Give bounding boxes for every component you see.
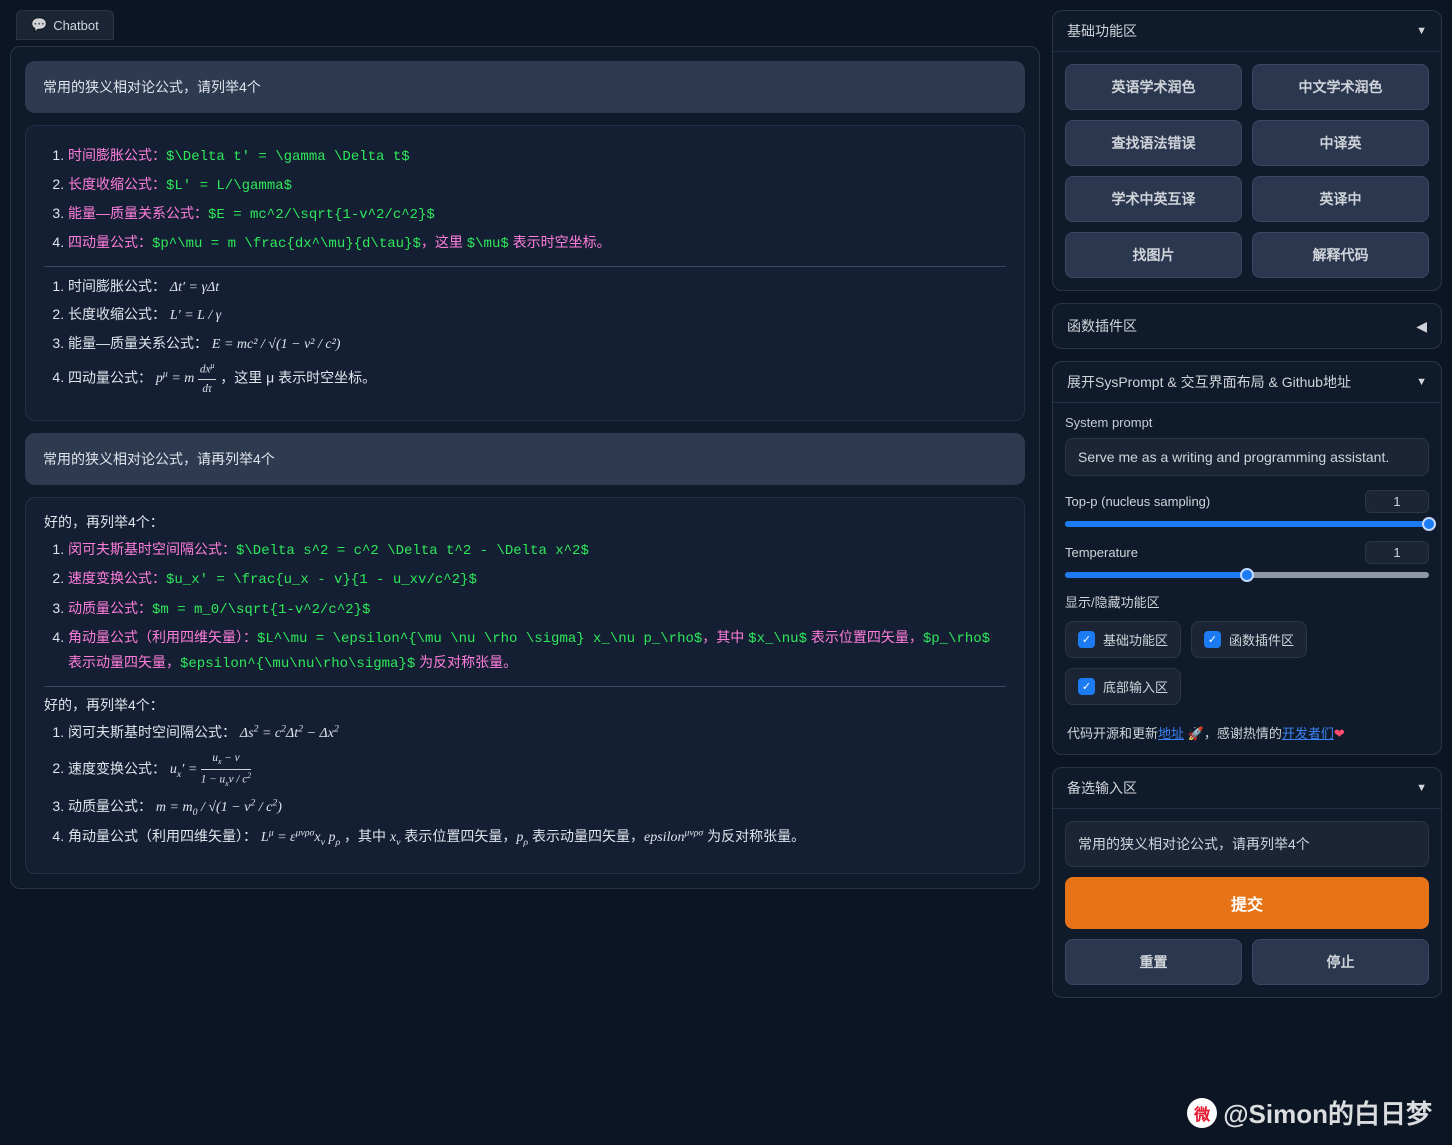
function-button[interactable]: 中文学术润色	[1252, 64, 1429, 110]
submit-button[interactable]: 提交	[1065, 877, 1429, 929]
alt-input-field[interactable]: 常用的狭义相对论公式，请再列举4个	[1065, 821, 1429, 867]
message-text: 常用的狭义相对论公式，请列举4个	[43, 79, 261, 95]
topp-slider[interactable]	[1065, 521, 1429, 527]
visibility-checkbox[interactable]: ✓ 函数插件区	[1191, 621, 1307, 658]
visibility-checkbox[interactable]: ✓ 基础功能区	[1065, 621, 1181, 658]
checkbox-label: 底部输入区	[1103, 677, 1168, 696]
rendered-formula-list: 闵可夫斯基时空间隔公式： Δs2 = c2Δt2 − Δx2 速度变换公式： u…	[44, 721, 1006, 851]
check-icon: ✓	[1078, 678, 1095, 695]
chat-message-user: 常用的狭义相对论公式，请再列举4个	[25, 433, 1025, 485]
function-button[interactable]: 中译英	[1252, 120, 1429, 166]
chat-icon: 💬	[31, 17, 47, 33]
chevron-down-icon: ▼	[1416, 782, 1427, 794]
panel-title: 函数插件区	[1067, 316, 1137, 336]
panel-header-alt-input[interactable]: 备选输入区 ▼	[1053, 768, 1441, 809]
visibility-checkbox[interactable]: ✓ 底部输入区	[1065, 668, 1181, 705]
panel-title: 基础功能区	[1067, 21, 1137, 41]
rendered-formula-list: 时间膨胀公式： Δt′ = γΔt 长度收缩公式： L′ = L / γ 能量—…	[44, 275, 1006, 398]
reset-button[interactable]: 重置	[1065, 939, 1242, 985]
panel-plugins-collapsed[interactable]: 函数插件区 ◀	[1052, 303, 1442, 349]
stop-button[interactable]: 停止	[1252, 939, 1429, 985]
topp-value[interactable]: 1	[1365, 490, 1429, 513]
chat-message-bot: 时间膨胀公式：$\Delta t' = \gamma \Delta t$ 长度收…	[25, 125, 1025, 421]
check-icon: ✓	[1078, 631, 1095, 648]
check-icon: ✓	[1204, 631, 1221, 648]
function-button[interactable]: 找图片	[1065, 232, 1242, 278]
tab-label: Chatbot	[53, 18, 99, 33]
checkbox-group-title: 显示/隐藏功能区	[1065, 592, 1429, 611]
function-button[interactable]: 英译中	[1252, 176, 1429, 222]
chevron-down-icon: ▼	[1416, 25, 1427, 37]
panel-header-basic[interactable]: 基础功能区 ▼	[1053, 11, 1441, 52]
watermark: 微 @Simon的白日梦	[1187, 1094, 1432, 1131]
panel-basic-functions: 基础功能区 ▼ 英语学术润色中文学术润色查找语法错误中译英学术中英互译英译中找图…	[1052, 10, 1442, 291]
sysprompt-input[interactable]: Serve me as a writing and programming as…	[1065, 438, 1429, 476]
chat-message-bot: 好的，再列举4个： 闵可夫斯基时空间隔公式：$\Delta s^2 = c^2 …	[25, 497, 1025, 874]
message-text: 常用的狭义相对论公式，请再列举4个	[43, 451, 275, 467]
weibo-icon: 微	[1187, 1098, 1217, 1128]
source-link[interactable]: 地址	[1158, 726, 1184, 741]
panel-title: 展开SysPrompt & 交互界面布局 & Github地址	[1067, 372, 1351, 392]
chat-container: 常用的狭义相对论公式，请列举4个 时间膨胀公式：$\Delta t' = \ga…	[10, 46, 1040, 889]
panel-settings: 展开SysPrompt & 交互界面布局 & Github地址 ▼ System…	[1052, 361, 1442, 755]
devs-link[interactable]: 开发者们	[1282, 726, 1334, 741]
panel-alt-input: 备选输入区 ▼ 常用的狭义相对论公式，请再列举4个 提交 重置 停止	[1052, 767, 1442, 998]
function-button[interactable]: 英语学术润色	[1065, 64, 1242, 110]
panel-title: 备选输入区	[1067, 778, 1137, 798]
checkbox-label: 基础功能区	[1103, 630, 1168, 649]
raw-formula-list: 闵可夫斯基时空间隔公式：$\Delta s^2 = c^2 \Delta t^2…	[44, 538, 1006, 675]
raw-formula-list: 时间膨胀公式：$\Delta t' = \gamma \Delta t$ 长度收…	[44, 144, 1006, 256]
sysprompt-label: System prompt	[1065, 415, 1429, 430]
chevron-left-icon: ◀	[1416, 318, 1427, 335]
temperature-value[interactable]: 1	[1365, 541, 1429, 564]
chevron-down-icon: ▼	[1416, 376, 1427, 388]
footer-note: 代码开源和更新地址 🚀，感谢热情的开发者们❤	[1065, 719, 1429, 742]
function-button[interactable]: 解释代码	[1252, 232, 1429, 278]
heart-icon: ❤	[1334, 726, 1345, 741]
tab-chatbot[interactable]: 💬 Chatbot	[16, 10, 114, 40]
panel-header-settings[interactable]: 展开SysPrompt & 交互界面布局 & Github地址 ▼	[1053, 362, 1441, 403]
temperature-slider[interactable]	[1065, 572, 1429, 578]
temperature-label: Temperature	[1065, 545, 1138, 560]
function-button[interactable]: 查找语法错误	[1065, 120, 1242, 166]
rocket-icon: 🚀	[1188, 726, 1204, 741]
chat-message-user: 常用的狭义相对论公式，请列举4个	[25, 61, 1025, 113]
topp-label: Top-p (nucleus sampling)	[1065, 494, 1210, 509]
checkbox-label: 函数插件区	[1229, 630, 1294, 649]
function-button[interactable]: 学术中英互译	[1065, 176, 1242, 222]
